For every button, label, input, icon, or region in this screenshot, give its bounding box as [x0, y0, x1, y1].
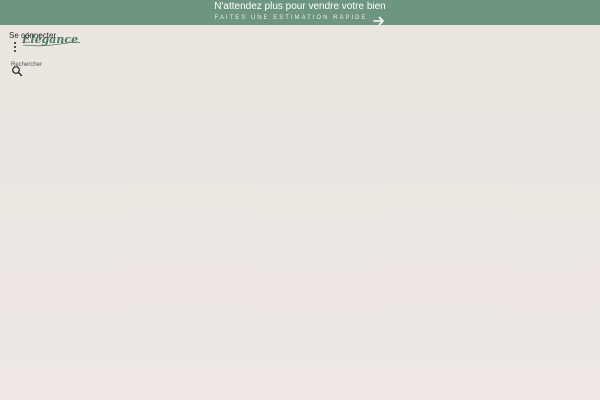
estimation-cta-label: FAITES UNE ESTIMATION RAPIDE: [214, 15, 368, 21]
search-icon[interactable]: [11, 64, 23, 77]
promo-banner: N'attendez plus pour vendre votre bien F…: [0, 0, 600, 26]
login-link[interactable]: Se connecter: [9, 31, 56, 41]
site-header: Élégance Se connecter Rechercher: [0, 25, 600, 85]
estimation-cta-link[interactable]: FAITES UNE ESTIMATION RAPIDE: [0, 12, 600, 26]
vertical-dots-icon[interactable]: [12, 42, 18, 54]
arrow-right-icon: [373, 13, 385, 26]
page: N'attendez plus pour vendre votre bien F…: [0, 0, 600, 400]
